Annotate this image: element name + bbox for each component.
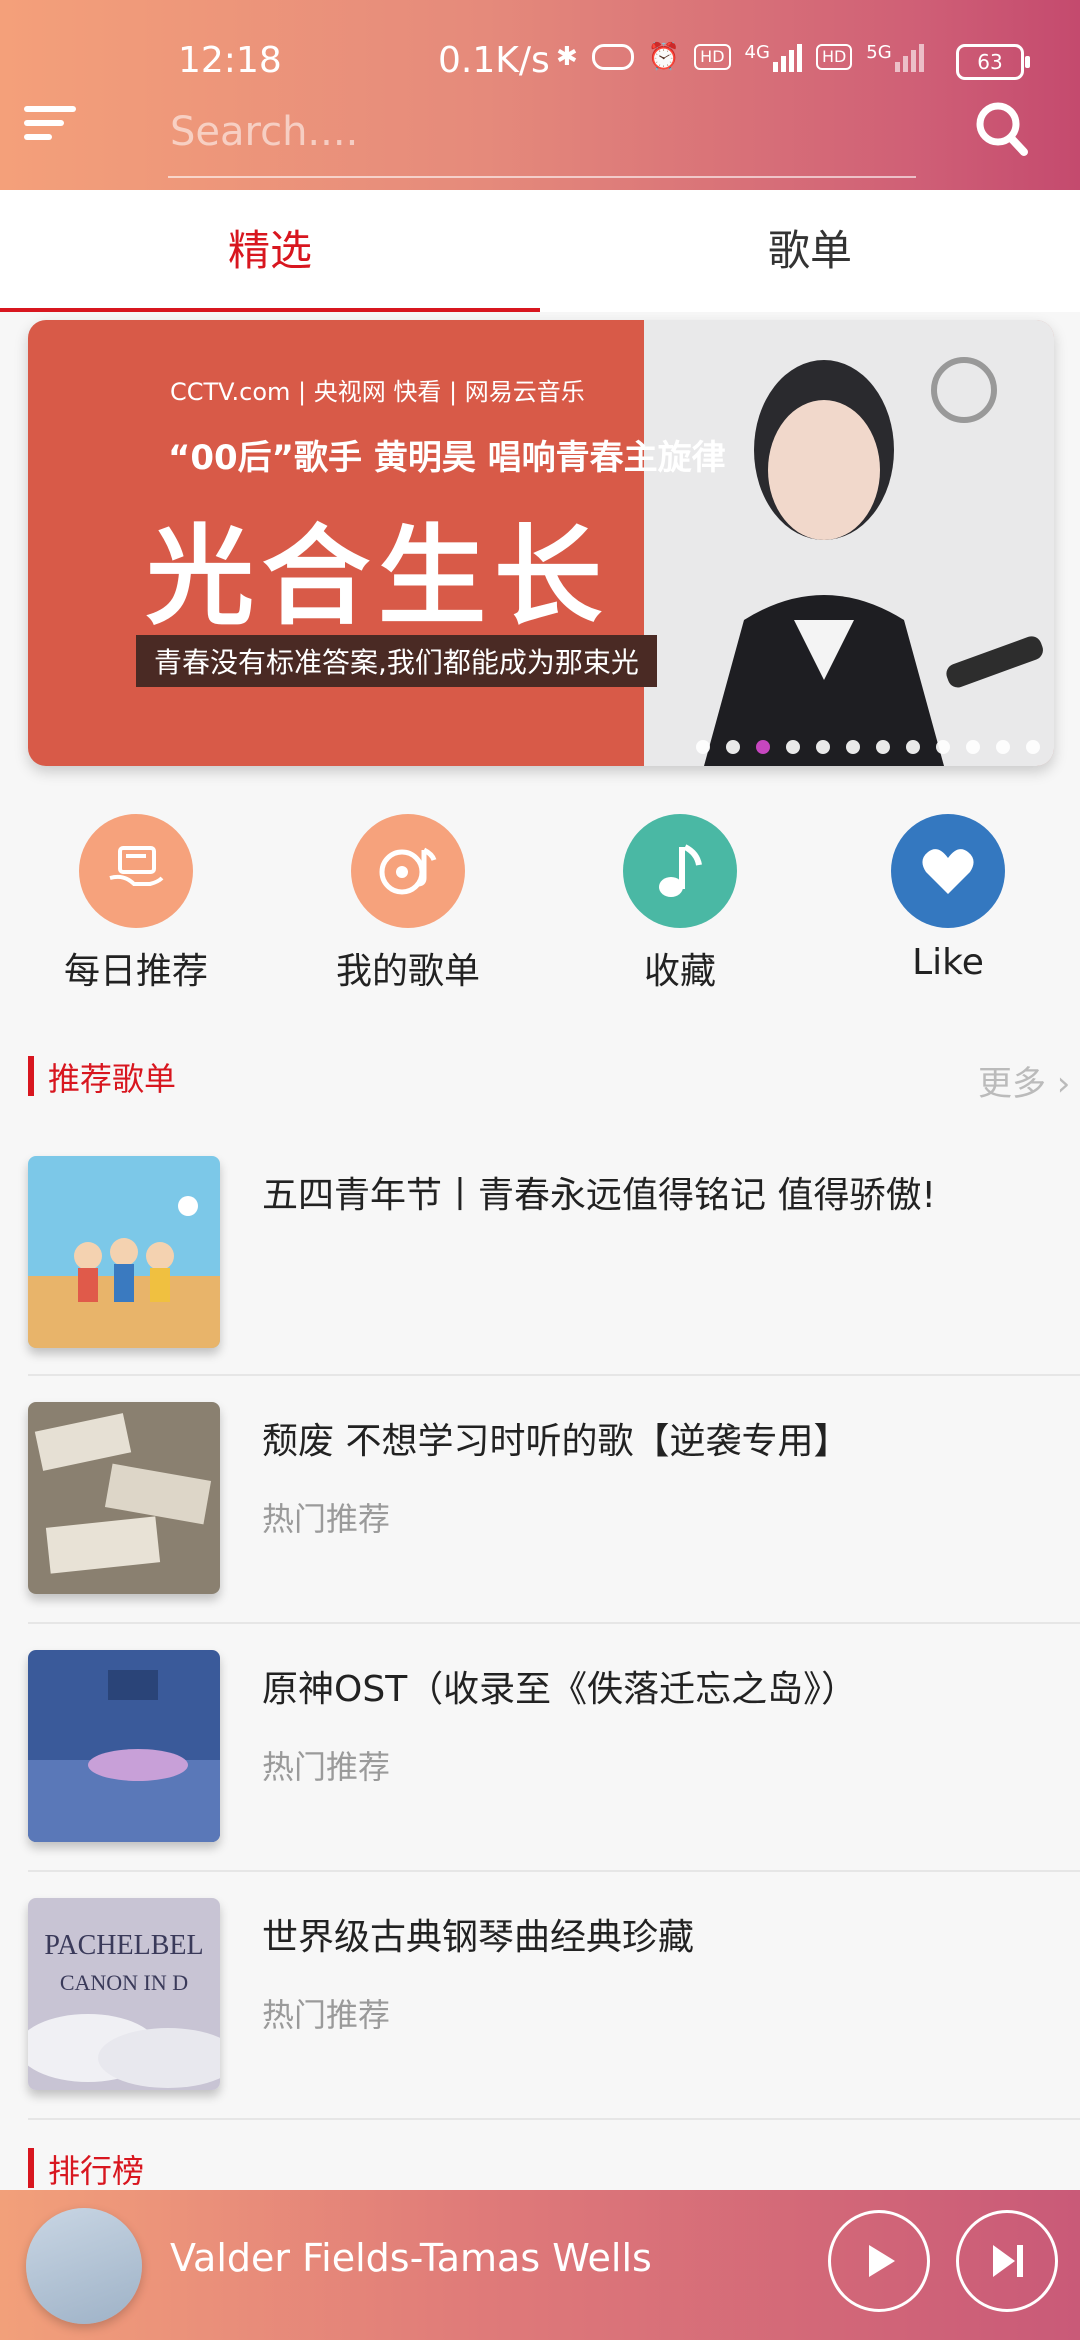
playlist-item[interactable]: 原神OST（收录至《佚落迁忘之岛》） 热门推荐 (28, 1628, 1080, 1874)
playlist-cover (28, 1402, 220, 1594)
divider (28, 1622, 1080, 1624)
playlist-title: 颓废 不想学习时听的歌【逆袭专用】 (262, 1421, 850, 1462)
status-bar: 12:18 0.1K/s ✱ ⏰ HD 4G HD 5G 63 (0, 38, 1080, 88)
status-icons: ✱ ⏰ HD 4G HD 5G (556, 42, 924, 72)
playlist-subtitle: 热门推荐 (262, 1996, 391, 2034)
quick-favorites-label: 收藏 (643, 951, 716, 992)
divider (28, 1870, 1080, 1872)
skip-next-icon (993, 2245, 1023, 2277)
quick-favorites[interactable]: 收藏 (560, 814, 800, 994)
thumb-pachelbel: PACHELBEL (44, 1930, 203, 1961)
signal-4g-icon: 4G (745, 42, 802, 72)
quick-like-label: Like (912, 942, 984, 983)
music-note-icon (623, 814, 737, 928)
carousel-dot[interactable] (696, 740, 710, 754)
status-time: 12:18 (178, 40, 282, 81)
more-link[interactable]: 更多 › (978, 1056, 1070, 1105)
search-input[interactable] (168, 96, 920, 168)
signal-5g-icon: 5G (866, 42, 924, 72)
banner-photo (644, 320, 1054, 766)
banner-logos: CCTV.com | 央视网 快看 | 网易云音乐 (170, 378, 585, 406)
status-net-speed: 0.1K/s (438, 40, 550, 81)
bluetooth-icon: ✱ (556, 42, 578, 72)
mini-player[interactable]: Valder Fields-Tamas Wells (0, 2190, 1080, 2340)
alarm-icon: ⏰ (647, 42, 681, 72)
quick-daily-label: 每日推荐 (63, 951, 208, 992)
heart-icon (891, 814, 1005, 928)
section-title-recommended: 推荐歌单 (28, 1054, 176, 1100)
singer-figure-icon (644, 320, 1054, 766)
play-button[interactable] (828, 2210, 930, 2312)
playlist-subtitle: 热门推荐 (262, 1748, 391, 1786)
quick-daily-recommend[interactable]: 每日推荐 (16, 814, 256, 994)
carousel-dot[interactable] (1026, 740, 1040, 754)
menu-icon[interactable] (24, 106, 80, 146)
section-title-ranking: 排行榜 (28, 2146, 144, 2192)
quick-actions: 每日推荐 我的歌单 收藏 Like (0, 814, 1080, 994)
playlist-title: 世界级古典钢琴曲经典珍藏 (262, 1917, 695, 1958)
quick-playlist-label: 我的歌单 (335, 951, 480, 992)
carousel-dot[interactable] (876, 740, 890, 754)
playlist-item[interactable]: 颓废 不想学习时听的歌【逆袭专用】 热门推荐 (28, 1380, 1080, 1626)
quick-like[interactable]: Like (828, 814, 1068, 983)
my-playlist-icon (351, 814, 465, 928)
chevron-right-icon: › (1046, 1064, 1071, 1104)
playlist-cover: PACHELBEL CANON IN D (28, 1898, 220, 2090)
carousel-dot[interactable] (906, 740, 920, 754)
carousel-dot[interactable] (786, 740, 800, 754)
tab-bar: 精选 歌单 (0, 190, 1080, 312)
carousel-dots (696, 740, 1040, 754)
play-icon (869, 2245, 895, 2277)
tab-featured[interactable]: 精选 (0, 190, 540, 312)
playlist-title: 五四青年节丨青春永远值得铭记 值得骄傲! (262, 1175, 936, 1216)
hd-icon: HD (694, 44, 731, 70)
banner-carousel[interactable]: CCTV.com | 央视网 快看 | 网易云音乐 “00后”歌手 黄明昊 唱响… (28, 320, 1054, 766)
tab-indicator (0, 308, 540, 312)
carousel-dot[interactable] (936, 740, 950, 754)
battery-icon: 63 (956, 44, 1030, 80)
carousel-dot[interactable] (726, 740, 740, 754)
hd-icon: HD (815, 44, 853, 70)
search-bar (168, 96, 920, 178)
playlist-item[interactable]: 五四青年节丨青春永远值得铭记 值得骄傲! (28, 1134, 1080, 1380)
carousel-dot[interactable] (816, 740, 830, 754)
daily-recommend-icon (79, 814, 193, 928)
carousel-dot[interactable] (966, 740, 980, 754)
player-track-title: Valder Fields-Tamas Wells (170, 2236, 652, 2280)
divider (28, 2118, 1080, 2120)
playlist-cover (28, 1650, 220, 1842)
banner-tagline: 青春没有标准答案,我们都能成为那束光 (136, 635, 657, 687)
carousel-dot[interactable] (846, 740, 860, 754)
player-cover[interactable] (26, 2208, 142, 2324)
tab-playlists[interactable]: 歌单 (540, 190, 1080, 312)
playlist-title: 原神OST（收录至《佚落迁忘之岛》） (262, 1669, 858, 1710)
search-icon[interactable] (974, 98, 1030, 158)
app-header: 12:18 0.1K/s ✱ ⏰ HD 4G HD 5G 63 (0, 0, 1080, 190)
carousel-dot-active[interactable] (756, 740, 770, 754)
playlist-item[interactable]: PACHELBEL CANON IN D 世界级古典钢琴曲经典珍藏 热门推荐 (28, 1876, 1080, 2122)
next-button[interactable] (956, 2210, 1058, 2312)
divider (28, 1374, 1080, 1376)
banner-headline: 光合生长 (146, 515, 611, 640)
thumb-canon: CANON IN D (60, 1970, 188, 1995)
playlist-cover (28, 1156, 220, 1348)
playlist-subtitle: 热门推荐 (262, 1500, 391, 1538)
more-label: 更多 (978, 1064, 1046, 1104)
quick-my-playlist[interactable]: 我的歌单 (288, 814, 528, 994)
vibrate-icon (591, 44, 634, 70)
banner-subtitle: “00后”歌手 黄明昊 唱响青春主旋律 (168, 438, 726, 478)
carousel-dot[interactable] (996, 740, 1010, 754)
